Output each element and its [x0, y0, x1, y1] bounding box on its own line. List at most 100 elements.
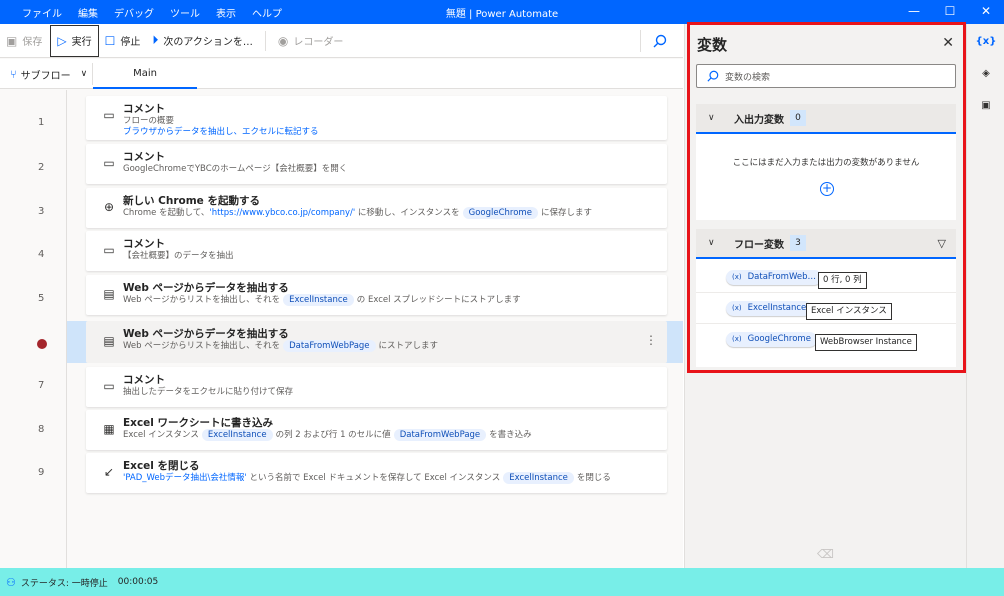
recorder-button[interactable]: ◉ レコーダー	[272, 26, 349, 56]
variable-token: ExcelInstance	[283, 294, 354, 306]
flow-variable-row[interactable]: (x) GoogleChrome WebBrowser Instance	[696, 324, 956, 355]
variables-rail-icon[interactable]: {x}	[967, 36, 1004, 47]
variable-chip[interactable]: (x) GoogleChrome	[726, 332, 817, 347]
variable-token: DataFromWebPage	[283, 340, 376, 352]
step-icon: ⏵	[152, 33, 159, 47]
variable-chip[interactable]: (x) DataFromWeb…	[726, 270, 822, 285]
web-extract-icon: ▤	[103, 287, 115, 301]
filter-icon[interactable]: ▽	[938, 237, 946, 250]
run-next-action-button[interactable]: ⏵ 次のアクションを…	[146, 26, 259, 56]
excel-icon: ▦	[103, 422, 115, 436]
variable-token: ExcelInstance	[503, 472, 574, 484]
toolbar-divider	[640, 30, 641, 52]
comment-icon: ▭	[103, 243, 115, 257]
variable-token: GoogleChrome	[462, 207, 538, 219]
toolbar: ▣ 保存 ▷ 実行 ☐ 停止 ⏵ 次のアクションを… ◉ レコーダー	[0, 24, 683, 58]
elapsed-time: 00:00:05	[117, 577, 159, 587]
right-rail: {x} ◈ ▣	[966, 24, 1004, 568]
line-number: 4	[38, 249, 45, 260]
stop-icon: ☐	[104, 33, 116, 48]
variable-token: DataFromWebPage	[393, 429, 487, 441]
action-launch-chrome[interactable]: ⊕ 新しい Chrome を起動する Chrome を起動して、'https:/…	[86, 188, 667, 228]
maximize-button[interactable]: ☐	[932, 0, 968, 24]
menu-edit[interactable]: 編集	[78, 5, 98, 20]
subflow-dropdown[interactable]: ⑂ サブフロー ∨	[10, 59, 87, 89]
record-icon: ◉	[277, 33, 289, 48]
variable-value-tooltip: Excel インスタンス	[806, 303, 892, 320]
line-number: 7	[38, 380, 45, 391]
run-button[interactable]: ▷ 実行	[50, 24, 99, 57]
search-icon	[707, 70, 719, 82]
action-comment[interactable]: ▭ コメント 【会社概要】のデータを抽出	[86, 231, 667, 271]
chevron-down-icon: ∨	[708, 113, 715, 123]
globe-icon: ⊕	[103, 200, 115, 214]
images-icon[interactable]: ▣	[967, 100, 1004, 111]
eraser-icon[interactable]: ⌫	[817, 547, 834, 561]
line-number-gutter: 1 2 3 4 5 7 8 9	[0, 90, 67, 568]
line-number: 2	[38, 162, 45, 173]
web-extract-icon: ▤	[103, 334, 115, 348]
variable-icon: (x)	[732, 304, 742, 312]
variable-value-tooltip: 0 行, 0 列	[818, 272, 867, 289]
close-excel-icon: ↙	[103, 465, 115, 479]
minimize-button[interactable]: —	[896, 0, 932, 24]
action-extract-web-data[interactable]: ▤ Web ページからデータを抽出する Web ページからリストを抽出し、それを…	[86, 275, 667, 315]
line-number: 8	[38, 424, 45, 435]
flow-status-icon: ⚇	[6, 575, 16, 589]
flow-variables-section: ∨ フロー変数 3 ▽ (x) DataFromWeb… 0 行, 0 列 (x)…	[696, 229, 956, 367]
action-extract-web-data-selected[interactable]: ▤ Web ページからデータを抽出する Web ページからリストを抽出し、それを…	[86, 321, 667, 363]
action-close-excel[interactable]: ↙ Excel を閉じる 'PAD_Webデータ抽出\会社情報' という名前で …	[86, 453, 667, 493]
line-number: 9	[38, 467, 45, 478]
stop-button[interactable]: ☐ 停止	[99, 26, 147, 56]
close-icon[interactable]: ✕	[942, 35, 954, 51]
comment-icon: ▭	[103, 108, 115, 122]
search-button[interactable]	[647, 28, 673, 54]
menu-help[interactable]: ヘルプ	[252, 5, 282, 20]
flow-variable-row[interactable]: (x) ExcelInstance Excel インスタンス	[696, 293, 956, 324]
chevron-down-icon: ∨	[708, 238, 715, 248]
comment-icon: ▭	[103, 156, 115, 170]
more-options-icon[interactable]: ⋮	[645, 333, 657, 347]
action-comment[interactable]: ▭ コメント フローの概要 ブラウザからデータを抽出し、エクセルに転記する	[86, 96, 667, 140]
comment-icon: ▭	[103, 379, 115, 393]
count-badge: 3	[790, 235, 806, 251]
variable-chip[interactable]: (x) ExcelInstance	[726, 301, 813, 316]
menu-tools[interactable]: ツール	[170, 5, 200, 20]
flow-variable-row[interactable]: (x) DataFromWeb… 0 行, 0 列	[696, 262, 956, 293]
layers-icon[interactable]: ◈	[967, 68, 1004, 79]
empty-message: ここにはまだ入力または出力の変数がありません	[732, 158, 920, 168]
io-variables-section: ∨ 入出力変数 0 ここにはまだ入力または出力の変数がありません +	[696, 104, 956, 220]
variable-token: ExcelInstance	[201, 429, 273, 441]
variables-search-input[interactable]: 変数の検索	[696, 64, 956, 88]
status-bar: ⚇ ステータス: 一時停止 00:00:05	[0, 568, 1004, 596]
menu-view[interactable]: 表示	[216, 5, 236, 20]
tab-main[interactable]: Main	[93, 59, 197, 89]
action-write-excel[interactable]: ▦ Excel ワークシートに書き込み Excel インスタンス ExcelIns…	[86, 410, 667, 450]
toolbar-divider	[264, 30, 266, 51]
io-variables-header[interactable]: ∨ 入出力変数 0	[696, 104, 956, 134]
line-number: 3	[38, 206, 45, 217]
save-button[interactable]: ▣ 保存	[0, 26, 48, 56]
search-icon	[653, 34, 667, 48]
menu-debug[interactable]: デバッグ	[114, 5, 154, 20]
menu-file[interactable]: ファイル	[22, 5, 62, 20]
variables-pane-title: 変数	[697, 36, 728, 54]
close-window-button[interactable]: ✕	[968, 0, 1004, 24]
chevron-down-icon: ∨	[80, 69, 88, 79]
add-icon[interactable]: +	[820, 182, 834, 196]
breakpoint-icon[interactable]	[37, 339, 47, 349]
flow-variables-header[interactable]: ∨ フロー変数 3 ▽	[696, 229, 956, 259]
tabs-bar: ⑂ サブフロー ∨ Main	[0, 59, 683, 89]
menu-bar: ファイル 編集 デバッグ ツール 表示 ヘルプ	[0, 5, 298, 20]
save-icon: ▣	[6, 33, 18, 48]
window-controls: — ☐ ✕	[896, 0, 1004, 24]
line-number: 1	[38, 117, 45, 128]
action-comment[interactable]: ▭ コメント GoogleChromeでYBCのホームページ【会社概要】を開く	[86, 144, 667, 184]
variable-value-tooltip: WebBrowser Instance	[815, 334, 917, 351]
play-icon: ▷	[57, 33, 67, 48]
line-number: 5	[38, 293, 45, 304]
title-bar: ファイル 編集 デバッグ ツール 表示 ヘルプ 無題 | Power Autom…	[0, 0, 1004, 24]
status-text: ステータス: 一時停止	[20, 578, 108, 589]
variable-icon: (x)	[732, 335, 742, 343]
action-comment[interactable]: ▭ コメント 抽出したデータをエクセルに貼り付けて保存	[86, 367, 667, 407]
